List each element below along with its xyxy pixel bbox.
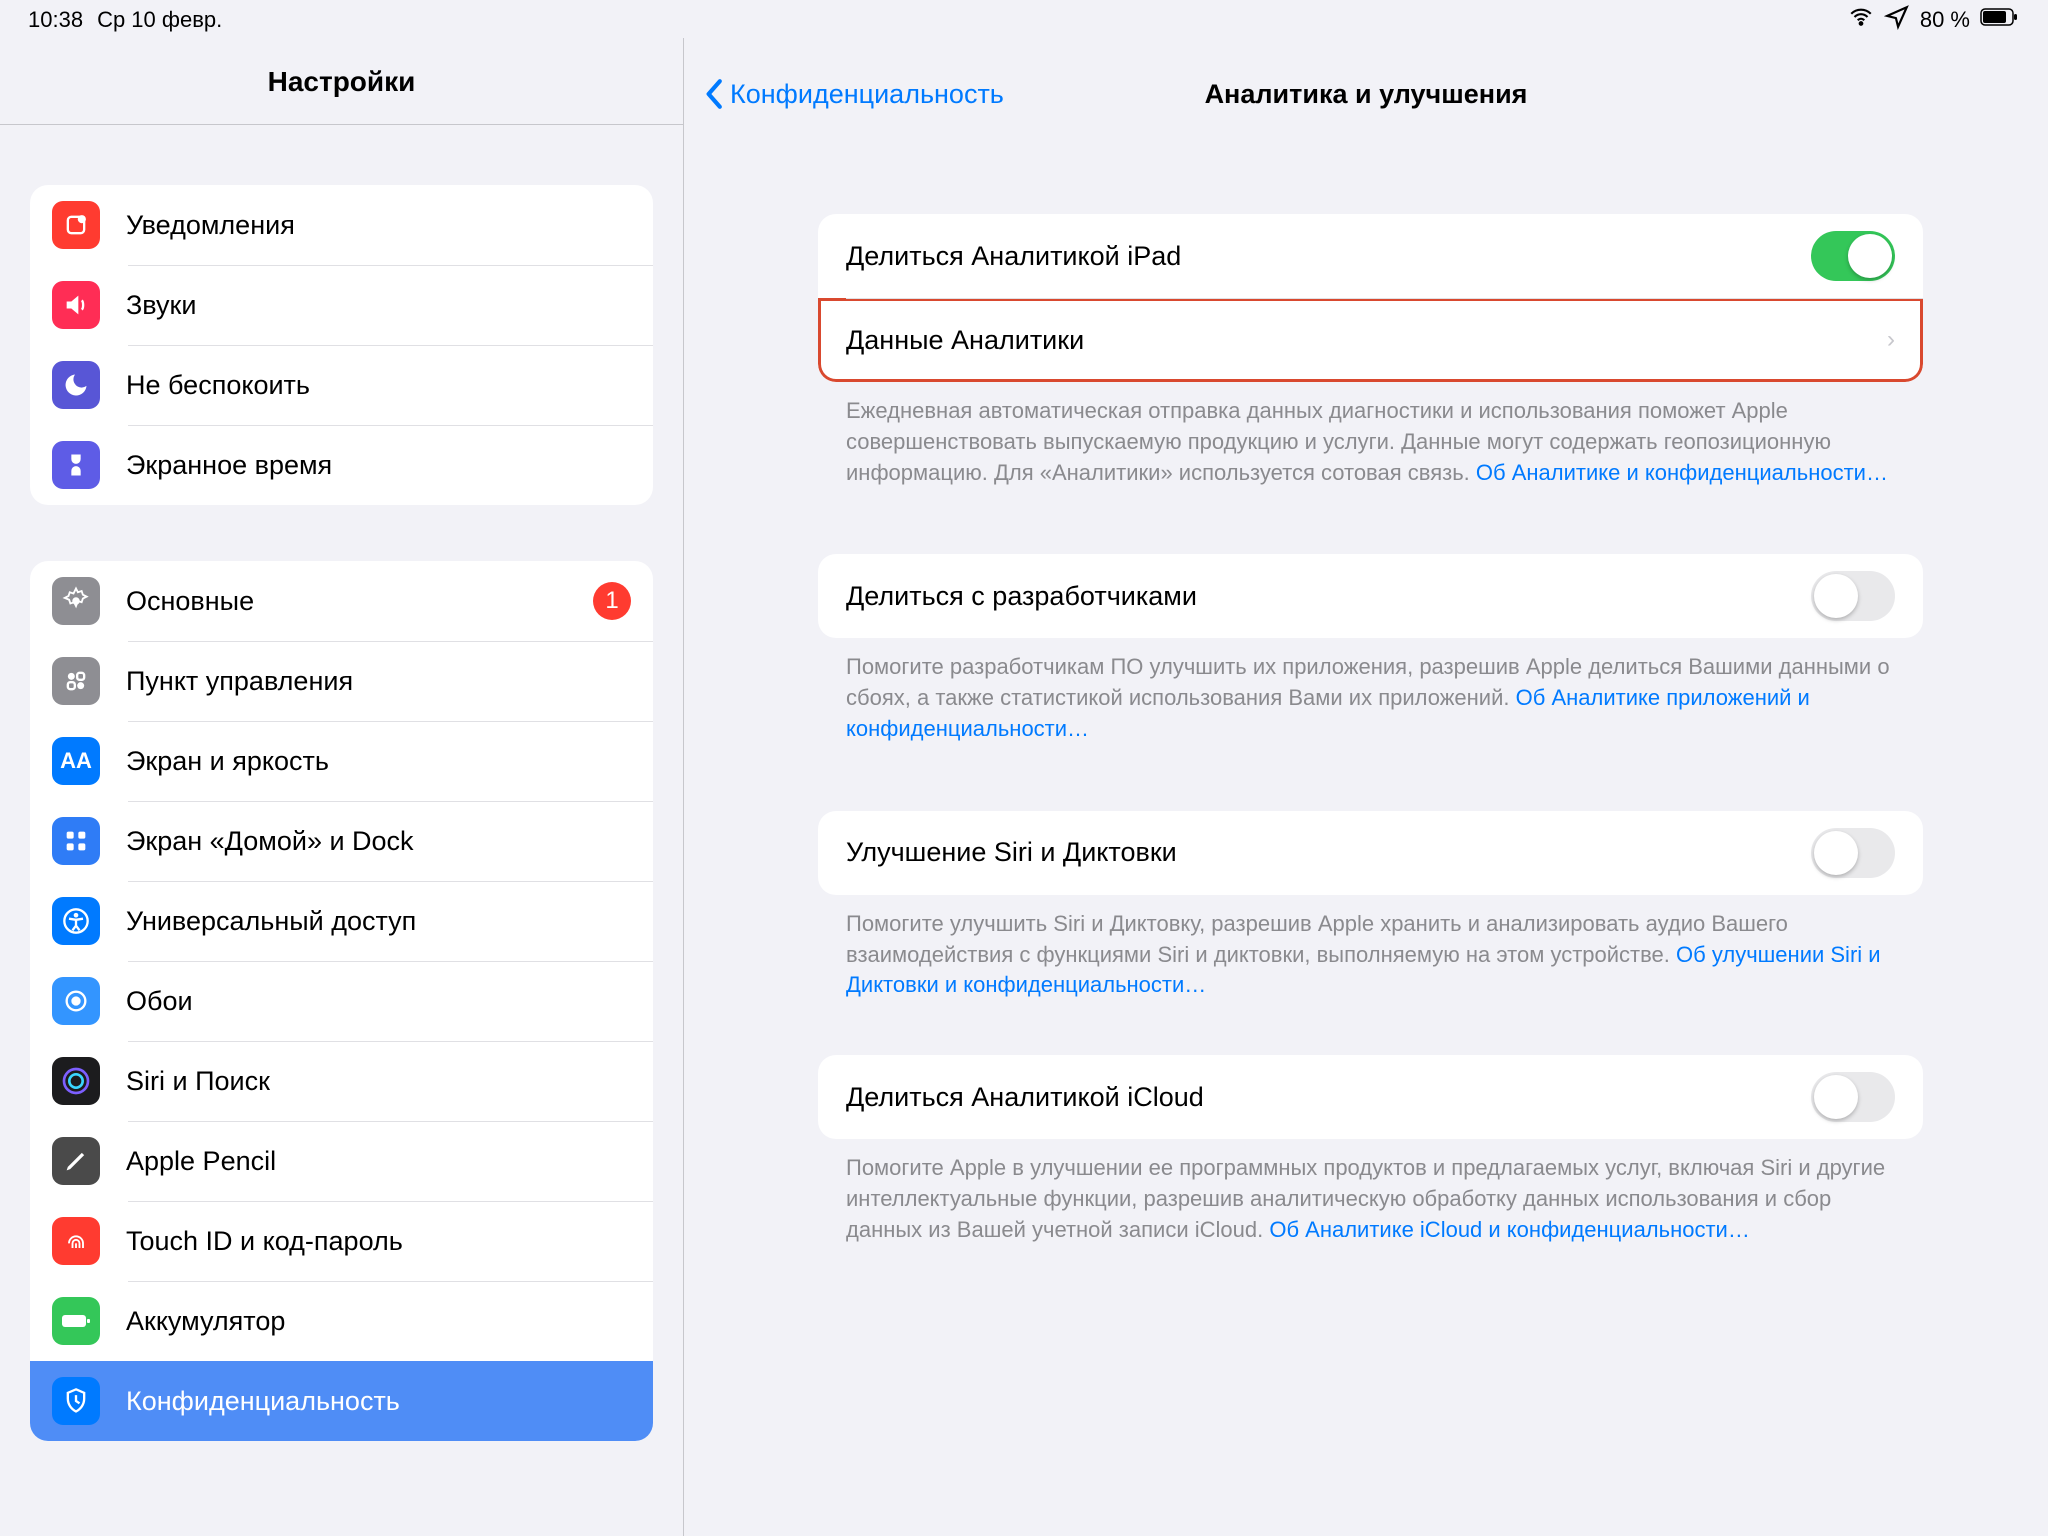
- sidebar-item-label: Apple Pencil: [126, 1146, 276, 1177]
- touchid-icon: [52, 1217, 100, 1265]
- siri-improvement-toggle[interactable]: [1811, 828, 1895, 878]
- privacy-link[interactable]: Об Аналитике iCloud и конфиденциальности…: [1269, 1217, 1750, 1242]
- row-label: Делиться Аналитикой iPad: [846, 241, 1181, 272]
- section-footer: Помогите разработчикам ПО улучшить их пр…: [818, 638, 1923, 744]
- siri-improvement-group: Улучшение Siri и Диктовки: [818, 811, 1923, 895]
- wifi-icon: [1848, 4, 1874, 36]
- section-footer: Ежедневная автоматическая отправка данны…: [818, 382, 1923, 488]
- sidebar-item-accessibility[interactable]: Универсальный доступ: [30, 881, 653, 961]
- sidebar-item-label: Не беспокоить: [126, 370, 310, 401]
- display-icon: AA: [52, 737, 100, 785]
- privacy-link[interactable]: Об Аналитике и конфиденциальности…: [1476, 460, 1888, 485]
- sidebar-item-touchid[interactable]: Touch ID и код-пароль: [30, 1201, 653, 1281]
- sidebar-item-label: Экранное время: [126, 450, 332, 481]
- chevron-left-icon: [704, 78, 726, 110]
- pencil-icon: [52, 1137, 100, 1185]
- row-label: Данные Аналитики: [846, 325, 1084, 356]
- sidebar-item-label: Уведомления: [126, 210, 295, 241]
- battery-percent: 80 %: [1920, 7, 1970, 33]
- sidebar-group-1: Уведомления Звуки Не беспокоить Экранное…: [30, 185, 653, 505]
- battery-icon: [52, 1297, 100, 1345]
- sounds-icon: [52, 281, 100, 329]
- sidebar-item-label: Обои: [126, 986, 193, 1017]
- control-center-icon: [52, 657, 100, 705]
- analytics-data-row[interactable]: Данные Аналитики ›: [818, 298, 1923, 382]
- row-label: Улучшение Siri и Диктовки: [846, 837, 1177, 868]
- sidebar-item-wallpaper[interactable]: Обои: [30, 961, 653, 1041]
- do-not-disturb-icon: [52, 361, 100, 409]
- sidebar-title: Настройки: [0, 38, 683, 125]
- icloud-analytics-row[interactable]: Делиться Аналитикой iCloud: [818, 1055, 1923, 1139]
- battery-icon: [1980, 7, 2020, 33]
- sidebar-item-label: Звуки: [126, 290, 196, 321]
- home-screen-icon: [52, 817, 100, 865]
- sidebar-item-privacy[interactable]: Конфиденциальность: [30, 1361, 653, 1441]
- siri-icon: [52, 1057, 100, 1105]
- row-label: Делиться с разработчиками: [846, 581, 1197, 612]
- sidebar-item-label: Основные: [126, 586, 254, 617]
- row-label: Делиться Аналитикой iCloud: [846, 1082, 1204, 1113]
- status-bar: 10:38 Ср 10 февр. 80 %: [0, 0, 2048, 38]
- general-icon: [52, 577, 100, 625]
- share-developers-row[interactable]: Делиться с разработчиками: [818, 554, 1923, 638]
- accessibility-icon: [52, 897, 100, 945]
- back-label: Конфиденциальность: [730, 79, 1004, 110]
- wallpaper-icon: [52, 977, 100, 1025]
- chevron-right-icon: ›: [1887, 326, 1895, 354]
- sidebar-item-label: Пункт управления: [126, 666, 353, 697]
- sidebar-item-label: Конфиденциальность: [126, 1386, 400, 1417]
- badge: 1: [593, 582, 631, 620]
- sidebar-item-siri[interactable]: Siri и Поиск: [30, 1041, 653, 1121]
- sidebar-group-2: Основные 1 Пункт управления AA Экран и я…: [30, 561, 653, 1441]
- sidebar-item-label: Touch ID и код-пароль: [126, 1226, 403, 1257]
- sidebar-item-label: Универсальный доступ: [126, 906, 416, 937]
- share-ipad-analytics-toggle[interactable]: [1811, 231, 1895, 281]
- share-developers-toggle[interactable]: [1811, 571, 1895, 621]
- sidebar-item-label: Аккумулятор: [126, 1306, 285, 1337]
- analytics-group: Делиться Аналитикой iPad Данные Аналитик…: [818, 214, 1923, 382]
- status-date: Ср 10 февр.: [97, 7, 222, 33]
- sidebar-item-label: Экран и яркость: [126, 746, 329, 777]
- privacy-icon: [52, 1377, 100, 1425]
- sidebar-item-label: Siri и Поиск: [126, 1066, 270, 1097]
- icloud-analytics-group: Делиться Аналитикой iCloud: [818, 1055, 1923, 1139]
- sidebar-item-notifications[interactable]: Уведомления: [30, 185, 653, 265]
- sidebar-item-pencil[interactable]: Apple Pencil: [30, 1121, 653, 1201]
- detail-header: Конфиденциальность Аналитика и улучшения: [684, 38, 2048, 124]
- section-footer: Помогите Apple в улучшении ее программны…: [818, 1139, 1923, 1245]
- notifications-icon: [52, 201, 100, 249]
- location-icon: [1884, 4, 1910, 36]
- icloud-analytics-toggle[interactable]: [1811, 1072, 1895, 1122]
- section-footer: Помогите улучшить Siri и Диктовку, разре…: [818, 895, 1923, 1001]
- share-ipad-analytics-row[interactable]: Делиться Аналитикой iPad: [818, 214, 1923, 298]
- share-developers-group: Делиться с разработчиками: [818, 554, 1923, 638]
- siri-improvement-row[interactable]: Улучшение Siri и Диктовки: [818, 811, 1923, 895]
- sidebar-item-home-screen[interactable]: Экран «Домой» и Dock: [30, 801, 653, 881]
- sidebar-item-label: Экран «Домой» и Dock: [126, 826, 414, 857]
- back-button[interactable]: Конфиденциальность: [704, 78, 1004, 110]
- sidebar: Настройки Уведомления Звуки Не беспокоит…: [0, 38, 684, 1536]
- sidebar-item-sounds[interactable]: Звуки: [30, 265, 653, 345]
- sidebar-item-dnd[interactable]: Не беспокоить: [30, 345, 653, 425]
- detail-pane: Конфиденциальность Аналитика и улучшения…: [684, 38, 2048, 1536]
- sidebar-item-display[interactable]: AA Экран и яркость: [30, 721, 653, 801]
- sidebar-item-battery[interactable]: Аккумулятор: [30, 1281, 653, 1361]
- sidebar-item-general[interactable]: Основные 1: [30, 561, 653, 641]
- sidebar-item-screen-time[interactable]: Экранное время: [30, 425, 653, 505]
- screen-time-icon: [52, 441, 100, 489]
- status-time: 10:38: [28, 7, 83, 33]
- sidebar-item-control-center[interactable]: Пункт управления: [30, 641, 653, 721]
